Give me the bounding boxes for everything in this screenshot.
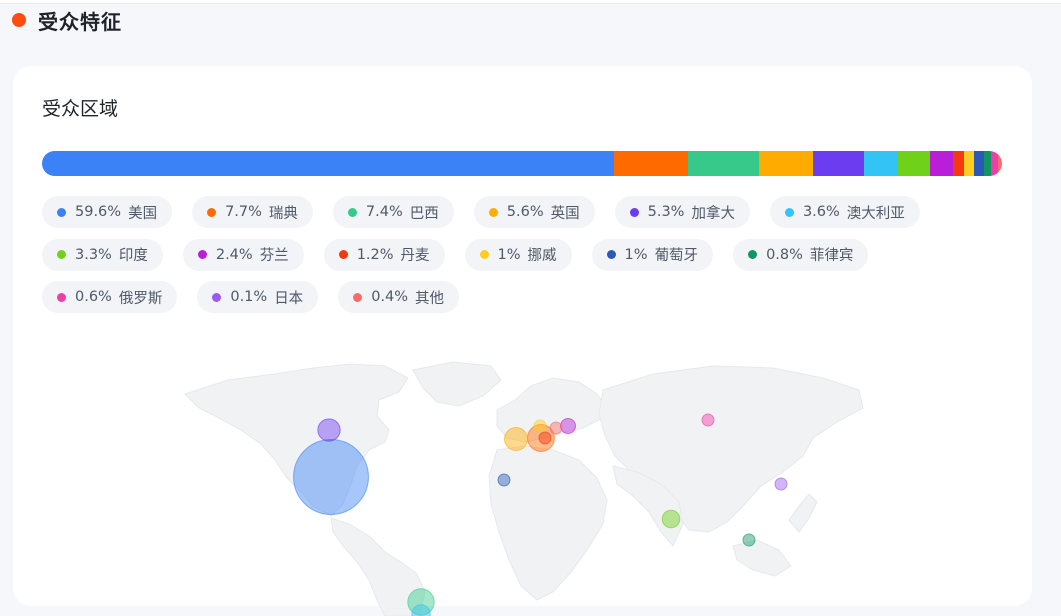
map-bubble[interactable] [317,418,341,442]
legend-item[interactable]: 0.1% 日本 [197,281,319,313]
legend-percent: 1% [624,246,648,263]
card-title: 受众区域 [42,98,119,120]
legend-row: 3.3% 印度 2.4% 芬兰 1.2% 丹麦 1% 挪威 1% 葡萄牙 0.8% 菲律宾 [42,238,1002,271]
legend-percent: 0.8% [766,246,803,263]
legend-item[interactable]: 2.4% 芬兰 [182,238,304,271]
bar-segment-6[interactable] [898,151,930,176]
legend-item[interactable]: 3.3% 印度 [42,238,163,271]
world-map-landmass [184,361,864,616]
legend-dot-icon [629,207,639,217]
legend-dot-icon [479,250,489,259]
map-bubble[interactable] [549,421,563,435]
bar-segment-14[interactable] [998,151,1002,176]
legend-row: 0.6% 俄罗斯 0.1% 日本 0.4% 其他 [42,281,1002,313]
legend-item[interactable]: 0.8% 菲律宾 [733,238,869,271]
legend-label: 英国 [550,205,580,222]
map-bubble[interactable] [742,533,756,547]
legend-item[interactable]: 1% 葡萄牙 [591,238,714,271]
bar-segment-8[interactable] [952,151,965,176]
legend-percent: 0.1% [230,289,268,305]
legend-item[interactable]: 0.6% 俄罗斯 [42,281,178,313]
legend-item[interactable]: 7.7% 瑞典 [192,196,313,228]
legend-dot-icon [338,250,348,259]
bar-segment-4[interactable] [812,151,864,176]
legend-label: 其他 [415,290,445,307]
legend-dot-icon [57,207,66,217]
legend-percent: 1% [497,246,521,263]
map-bubble[interactable] [497,473,511,487]
legend-label: 瑞典 [268,205,298,222]
legend-dot-icon [748,250,758,259]
audience-region-card: 受众区域 59.6% 美国 7.7% 瑞典 7.4% 巴西 5.6% 英国 5.3% 加拿大 3.6… [13,66,1032,616]
legend-percent: 7.7% [225,204,262,220]
legend-item[interactable]: 5.3% 加拿大 [614,196,750,228]
legend-label: 澳大利亚 [846,205,905,222]
legend-dot-icon [57,250,66,259]
legend-label: 日本 [274,290,304,307]
legend-row: 59.6% 美国 7.7% 瑞典 7.4% 巴西 5.6% 英国 5.3% 加拿大 3.6% 澳大利亚 [42,196,1002,228]
map-bubble[interactable] [661,509,681,529]
legend-label: 葡萄牙 [654,248,699,264]
section-dot-icon [12,13,26,27]
map-bubble[interactable] [533,419,547,433]
legend-dot-icon [207,207,217,217]
legend-item[interactable]: 7.4% 巴西 [332,196,454,228]
legend-label: 印度 [118,248,148,264]
legend-dot-icon [606,250,616,259]
legend-item[interactable]: 3.6% 澳大利亚 [769,196,920,228]
top-strip [0,0,1061,4]
legend-item[interactable]: 1% 挪威 [464,238,572,271]
section-title: 受众特征 [38,9,122,34]
bar-segment-1[interactable] [614,151,689,176]
legend-percent: 5.3% [647,204,685,220]
bar-segment-7[interactable] [929,151,953,176]
legend-label: 巴西 [409,205,439,222]
bar-segment-10[interactable] [974,151,984,176]
map-bubble[interactable] [504,427,528,451]
legend-item[interactable]: 1.2% 丹麦 [323,238,445,271]
legend-label: 美国 [128,205,158,222]
legend-dot-icon [347,207,357,217]
legend-dot-icon [197,250,207,259]
legend-dot-icon [488,207,498,217]
map-bubble[interactable] [559,417,577,435]
bar-segment-9[interactable] [964,151,975,176]
bar-segment-2[interactable] [688,151,760,176]
legend-percent: 3.3% [75,246,112,263]
legend-dot-icon [353,292,363,302]
legend-percent: 2.4% [215,246,253,263]
bar-segment-3[interactable] [759,151,813,176]
bar-segment-0[interactable] [42,151,615,176]
world-map [184,361,864,616]
bar-segment-11[interactable] [983,151,992,176]
legend-item[interactable]: 5.6% 英国 [473,196,595,228]
map-bubble[interactable] [538,431,552,445]
legend-dot-icon [57,292,66,302]
legend-label: 丹麦 [400,248,430,264]
legend-label: 挪威 [527,248,557,264]
legend-dot-icon [784,207,794,217]
legend-percent: 0.6% [75,289,112,305]
legend-percent: 0.4% [371,289,409,305]
map-bubble[interactable] [774,477,788,491]
legend-percent: 1.2% [356,246,394,263]
map-bubble[interactable] [701,413,715,427]
legend: 59.6% 美国 7.7% 瑞典 7.4% 巴西 5.6% 英国 5.3% 加拿大 3.6% 澳大利亚… [42,196,1002,324]
legend-percent: 5.6% [506,204,544,220]
map-bubble[interactable] [293,439,369,515]
legend-percent: 59.6% [75,204,122,220]
legend-percent: 3.6% [802,204,840,220]
legend-label: 加拿大 [691,205,735,222]
legend-label: 菲律宾 [809,248,854,264]
stacked-bar [42,151,1002,176]
legend-item[interactable]: 59.6% 美国 [42,196,173,228]
legend-label: 俄罗斯 [118,290,163,307]
legend-dot-icon [212,292,222,302]
legend-item[interactable]: 0.4% 其他 [338,281,460,313]
section-header: 受众特征 [12,6,122,34]
bar-segment-5[interactable] [863,151,899,176]
legend-label: 芬兰 [259,248,289,264]
legend-percent: 7.4% [365,204,403,220]
